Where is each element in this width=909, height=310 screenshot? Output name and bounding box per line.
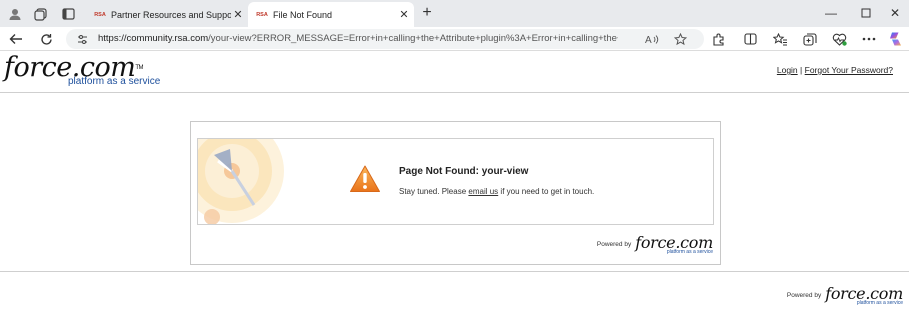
header-links: Login | Forgot Your Password? bbox=[777, 65, 893, 75]
forgot-password-link[interactable]: Forgot Your Password? bbox=[805, 65, 893, 75]
window-close-icon[interactable]: ✕ bbox=[884, 3, 906, 23]
logo-tagline: platform as a service bbox=[68, 76, 161, 87]
read-aloud-icon[interactable]: A bbox=[644, 31, 660, 47]
force-logo[interactable]: force.comTM platform as a service bbox=[4, 53, 160, 88]
mini-logo-tagline: platform as a service bbox=[856, 300, 903, 306]
svg-text:A: A bbox=[645, 35, 652, 45]
url-path: /your-view?ERROR_MESSAGE=Error+in+callin… bbox=[208, 33, 618, 44]
close-icon[interactable]: ✕ bbox=[397, 8, 411, 21]
split-screen-icon[interactable] bbox=[741, 30, 759, 48]
maximize-icon[interactable] bbox=[855, 3, 877, 23]
collections-icon[interactable] bbox=[801, 30, 819, 48]
address-bar[interactable]: https://community.rsa.com/your-view?ERRO… bbox=[66, 29, 704, 49]
tab-actions-icon[interactable] bbox=[59, 5, 77, 23]
tab-partner-resources[interactable]: RSA Partner Resources and Support | R ✕ bbox=[86, 2, 248, 27]
logo-trademark: TM bbox=[135, 65, 143, 71]
refresh-icon[interactable] bbox=[37, 30, 55, 48]
email-us-link[interactable]: email us bbox=[468, 187, 498, 196]
browser-toolbar: https://community.rsa.com/your-view?ERRO… bbox=[0, 27, 909, 51]
header-divider bbox=[0, 92, 909, 93]
login-link[interactable]: Login bbox=[777, 65, 798, 75]
tab-title: Partner Resources and Support | R bbox=[111, 9, 231, 20]
heart-pulse-icon[interactable] bbox=[830, 30, 848, 48]
error-panel: Page Not Found: your-view Stay tuned. Pl… bbox=[190, 121, 721, 265]
back-arrow-icon[interactable] bbox=[7, 30, 25, 48]
powered-by-label: Powered by bbox=[786, 292, 822, 299]
page-content: force.comTM platform as a service Login … bbox=[0, 51, 909, 310]
workspaces-icon[interactable] bbox=[31, 5, 49, 23]
rsa-favicon-icon: RSA bbox=[256, 11, 268, 18]
close-icon[interactable]: ✕ bbox=[231, 8, 245, 21]
copilot-icon[interactable] bbox=[886, 30, 904, 48]
browser-tab-bar: RSA Partner Resources and Support | R ✕ … bbox=[0, 0, 909, 27]
tab-title: File Not Found bbox=[273, 9, 333, 20]
footer-divider bbox=[0, 271, 909, 272]
footer-powered-by-badge[interactable]: Powered by force.com platform as a servi… bbox=[786, 285, 903, 307]
warning-icon bbox=[350, 165, 380, 192]
force-mini-logo: force.com platform as a service bbox=[635, 234, 713, 256]
error-title: Page Not Found: your-view bbox=[399, 166, 529, 177]
minimize-icon[interactable]: — bbox=[820, 3, 842, 23]
extensions-icon[interactable] bbox=[709, 30, 727, 48]
message-text: Stay tuned. Please bbox=[399, 187, 469, 196]
mini-logo-tagline: platform as a service bbox=[666, 249, 713, 255]
favorites-icon[interactable] bbox=[771, 30, 789, 48]
message-text-end: if you need to get in touch. bbox=[498, 187, 595, 196]
profile-icon[interactable] bbox=[6, 5, 24, 23]
site-info-icon[interactable] bbox=[76, 33, 88, 45]
force-mini-logo: force.com platform as a service bbox=[825, 285, 903, 307]
more-icon[interactable] bbox=[860, 30, 878, 48]
powered-by-label: Powered by bbox=[596, 241, 632, 248]
rsa-favicon-icon: RSA bbox=[94, 11, 106, 18]
tab-file-not-found[interactable]: RSA File Not Found ✕ bbox=[248, 2, 414, 27]
url-host: https://community.rsa.com bbox=[98, 33, 209, 44]
url-text[interactable]: https://community.rsa.com/your-view?ERRO… bbox=[98, 33, 618, 44]
error-message-box: Page Not Found: your-view Stay tuned. Pl… bbox=[197, 138, 714, 225]
clock-watermark-icon bbox=[198, 139, 284, 224]
links-separator: | bbox=[800, 65, 803, 75]
new-tab-button[interactable]: + bbox=[418, 4, 436, 22]
star-icon[interactable] bbox=[672, 31, 688, 47]
powered-by-badge[interactable]: Powered by force.com platform as a servi… bbox=[596, 234, 713, 256]
error-message: Stay tuned. Please email us if you need … bbox=[399, 187, 594, 196]
